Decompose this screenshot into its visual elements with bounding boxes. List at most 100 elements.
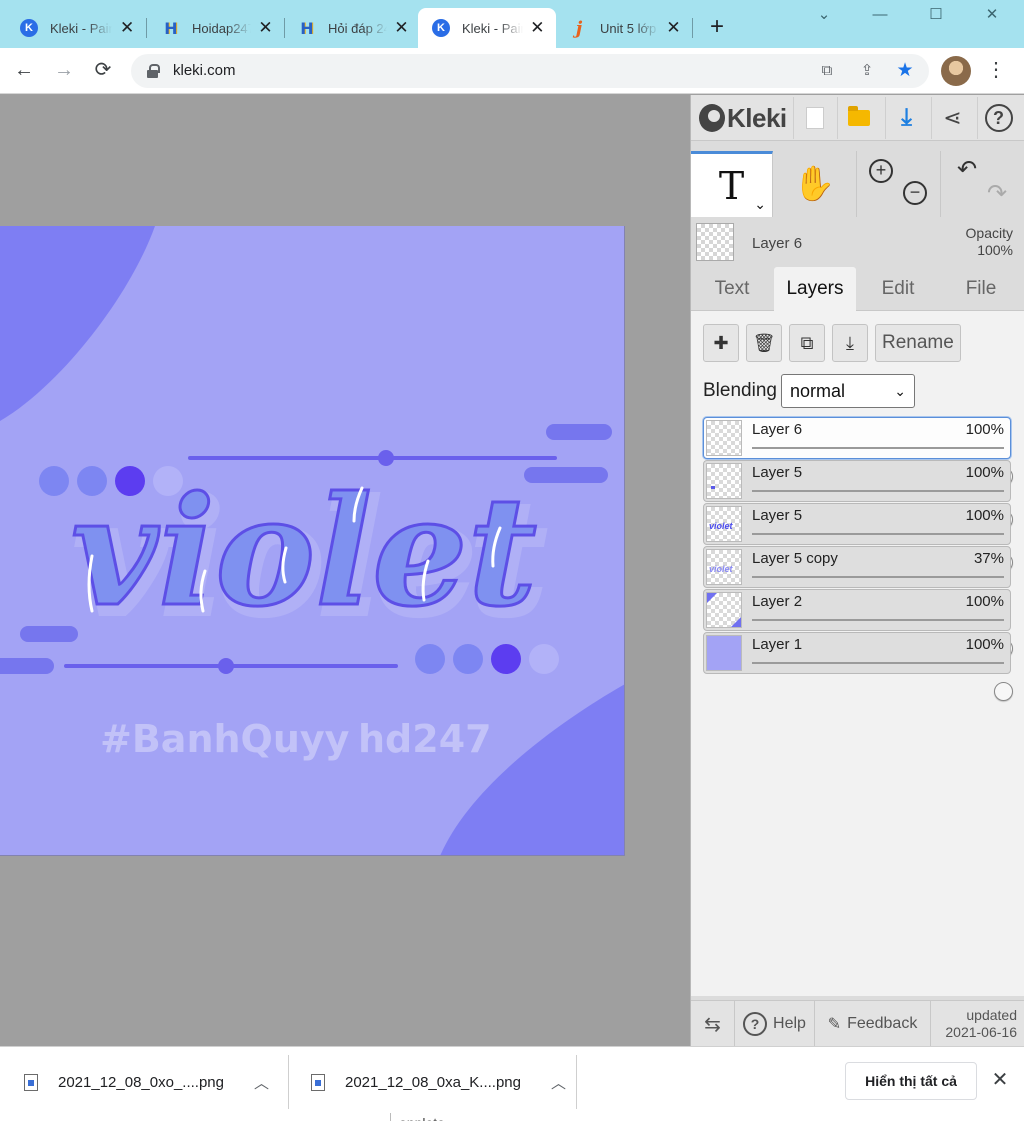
url-text[interactable]: kleki.com xyxy=(173,62,236,79)
browser-tab[interactable]: H Hoidap247 ✕ xyxy=(148,8,284,48)
browser-tab[interactable]: j Unit 5 lớp ✕ xyxy=(556,8,692,48)
open-image-button[interactable] xyxy=(837,97,879,139)
layer-row[interactable]: Layer 5 100% xyxy=(703,460,1013,529)
new-tab-button[interactable]: + xyxy=(703,14,731,42)
current-layer-bar: Layer 6 Opacity 100% xyxy=(691,219,1024,265)
layer-row[interactable]: Layer 2 100% xyxy=(703,589,1013,658)
tab-title: Kleki - Paint Tool xyxy=(50,20,113,36)
layer-name: Layer 6 xyxy=(752,421,803,438)
redo-icon[interactable]: ↷ xyxy=(987,179,1007,208)
chevron-up-icon[interactable]: ︿ xyxy=(254,1072,269,1093)
layer-row[interactable]: Layer 1 100% xyxy=(703,632,1013,701)
download-item[interactable]: 2021_12_08_0xa_K....png ︿ xyxy=(311,1047,566,1117)
layer-opacity-slider[interactable] xyxy=(752,490,1013,529)
blending-select[interactable]: normal ⌄ xyxy=(781,374,915,408)
updated-label: updated xyxy=(966,1007,1017,1023)
browser-tab[interactable]: H Hỏi đáp 247 ✕ xyxy=(284,8,420,48)
save-image-button[interactable]: ⤓ xyxy=(885,97,927,139)
add-layer-button[interactable]: ✚ xyxy=(703,324,739,362)
help-circle-icon: ? xyxy=(743,1012,768,1036)
tab-title: Hoidap247 xyxy=(192,20,252,36)
new-file-icon xyxy=(805,107,824,129)
tab-close-icon[interactable]: ✕ xyxy=(257,18,274,38)
zoom-out-icon[interactable]: − xyxy=(903,181,927,205)
new-image-button[interactable] xyxy=(793,97,835,139)
undo-icon[interactable]: ↶ xyxy=(957,155,977,184)
help-button[interactable]: ? xyxy=(977,97,1019,139)
tab-close-icon[interactable]: ✕ xyxy=(665,18,682,38)
reload-icon[interactable]: ⟳ xyxy=(88,56,118,86)
close-download-bar-icon[interactable]: ✕ xyxy=(988,1065,1012,1095)
chevron-up-icon[interactable]: ︿ xyxy=(551,1072,566,1093)
feedback-label: Feedback xyxy=(847,1015,918,1032)
layers-tab-body: ✚ 🗑 ⧉ ⤓ Rename Blending normal ⌄ Layer 6… xyxy=(691,311,1024,996)
duplicate-layer-button[interactable]: ⧉ xyxy=(789,324,825,362)
chevron-down-icon[interactable]: ⌄ xyxy=(754,196,766,213)
maximize-button[interactable]: ☐ xyxy=(908,2,964,30)
merge-layer-button[interactable]: ⤓ xyxy=(832,324,868,362)
layer-row[interactable]: violet Layer 5 copy 37% xyxy=(703,546,1011,615)
text-tool-button[interactable]: T ⌄ xyxy=(691,151,773,217)
minimize-button[interactable]: — xyxy=(852,2,908,30)
layer-opacity-slider[interactable] xyxy=(752,533,1013,572)
zoom-in-icon[interactable]: + xyxy=(869,159,893,183)
tab-title: Kleki - Paint Tool xyxy=(462,20,523,36)
browser-menu-icon[interactable]: ⋮ xyxy=(984,56,1008,86)
layer-opacity-slider[interactable] xyxy=(752,576,1004,615)
tab-separator xyxy=(692,18,693,38)
slider-handle[interactable] xyxy=(994,682,1013,701)
help-link[interactable]: ? Help xyxy=(735,1001,815,1047)
current-layer-thumbnail[interactable] xyxy=(696,223,734,261)
tab-separator xyxy=(146,18,147,38)
layer-opacity-slider[interactable] xyxy=(752,447,1013,486)
tab-close-icon[interactable]: ✕ xyxy=(118,18,136,38)
layer-row[interactable]: violet Layer 5 100% xyxy=(703,503,1013,572)
download-item[interactable]: 2021_12_08_0xo_....png ︿ xyxy=(24,1047,269,1117)
tab-edit[interactable]: Edit xyxy=(857,267,939,311)
bookmark-star-icon[interactable]: ★ xyxy=(893,60,917,84)
window-close-button[interactable]: ✕ xyxy=(964,2,1020,30)
canvas-workspace[interactable]: violet violet #BanhQuyy hd247 xyxy=(0,95,690,1046)
layer-opacity-slider[interactable] xyxy=(752,619,1013,658)
layer-name: Layer 5 xyxy=(752,464,803,481)
delete-layer-button[interactable]: 🗑 xyxy=(746,324,782,362)
browser-tab[interactable]: K Kleki - Paint Tool ✕ xyxy=(6,8,146,48)
browser-tab-active[interactable]: K Kleki - Paint Tool ✕ xyxy=(418,8,556,48)
layer-opacity-slider[interactable] xyxy=(752,662,1013,701)
feedback-pen-icon: ✎ xyxy=(827,1016,842,1033)
hand-tool-button[interactable]: ✋ xyxy=(773,151,857,217)
forward-arrow-icon[interactable]: → xyxy=(49,56,79,86)
swap-side-button[interactable]: ⇆ xyxy=(691,1001,735,1047)
tab-close-icon[interactable]: ✕ xyxy=(529,18,546,38)
lettering-word: violet xyxy=(71,464,537,640)
layer-row[interactable]: Layer 6 100% xyxy=(703,417,1013,486)
layer-opacity: 100% xyxy=(965,507,1004,524)
kleki-logo[interactable]: Kleki xyxy=(699,101,787,135)
tab-close-icon[interactable]: ✕ xyxy=(393,18,410,38)
tab-text[interactable]: Text xyxy=(691,267,773,311)
current-layer-name: Layer 6 xyxy=(752,235,803,252)
translate-icon[interactable]: ⧉ xyxy=(815,60,839,84)
hoidap-icon: H xyxy=(164,18,178,38)
back-arrow-icon[interactable]: ← xyxy=(9,56,39,86)
image-file-icon xyxy=(24,1073,38,1091)
layer-name: Layer 1 xyxy=(752,636,803,653)
layer-opacity: 100% xyxy=(965,636,1004,653)
deco-dot xyxy=(529,644,559,674)
address-bar[interactable]: kleki.com ⧉ ⇪ ★ xyxy=(131,54,929,88)
tab-layers[interactable]: Layers xyxy=(774,267,856,311)
duplicate-icon: ⧉ xyxy=(800,332,814,353)
layer-opacity: 100% xyxy=(965,593,1004,610)
layer-name: Layer 5 xyxy=(752,507,803,524)
lock-icon[interactable] xyxy=(147,64,160,78)
share-button[interactable]: ⋖ xyxy=(931,97,973,139)
download-bar: 2021_12_08_0xo_....png ︿ 2021_12_08_0xa_… xyxy=(0,1046,1024,1121)
rename-layer-button[interactable]: Rename xyxy=(875,324,961,362)
drawing-canvas[interactable]: violet violet #BanhQuyy hd247 xyxy=(0,226,625,856)
share-page-icon[interactable]: ⇪ xyxy=(855,60,879,84)
tab-search-chevron-icon[interactable]: ⌄ xyxy=(796,2,852,30)
feedback-link[interactable]: ✎ Feedback xyxy=(815,1001,931,1047)
profile-avatar[interactable] xyxy=(941,56,971,86)
show-all-downloads-button[interactable]: Hiển thị tất cả xyxy=(845,1062,977,1100)
tab-file[interactable]: File xyxy=(940,267,1022,311)
